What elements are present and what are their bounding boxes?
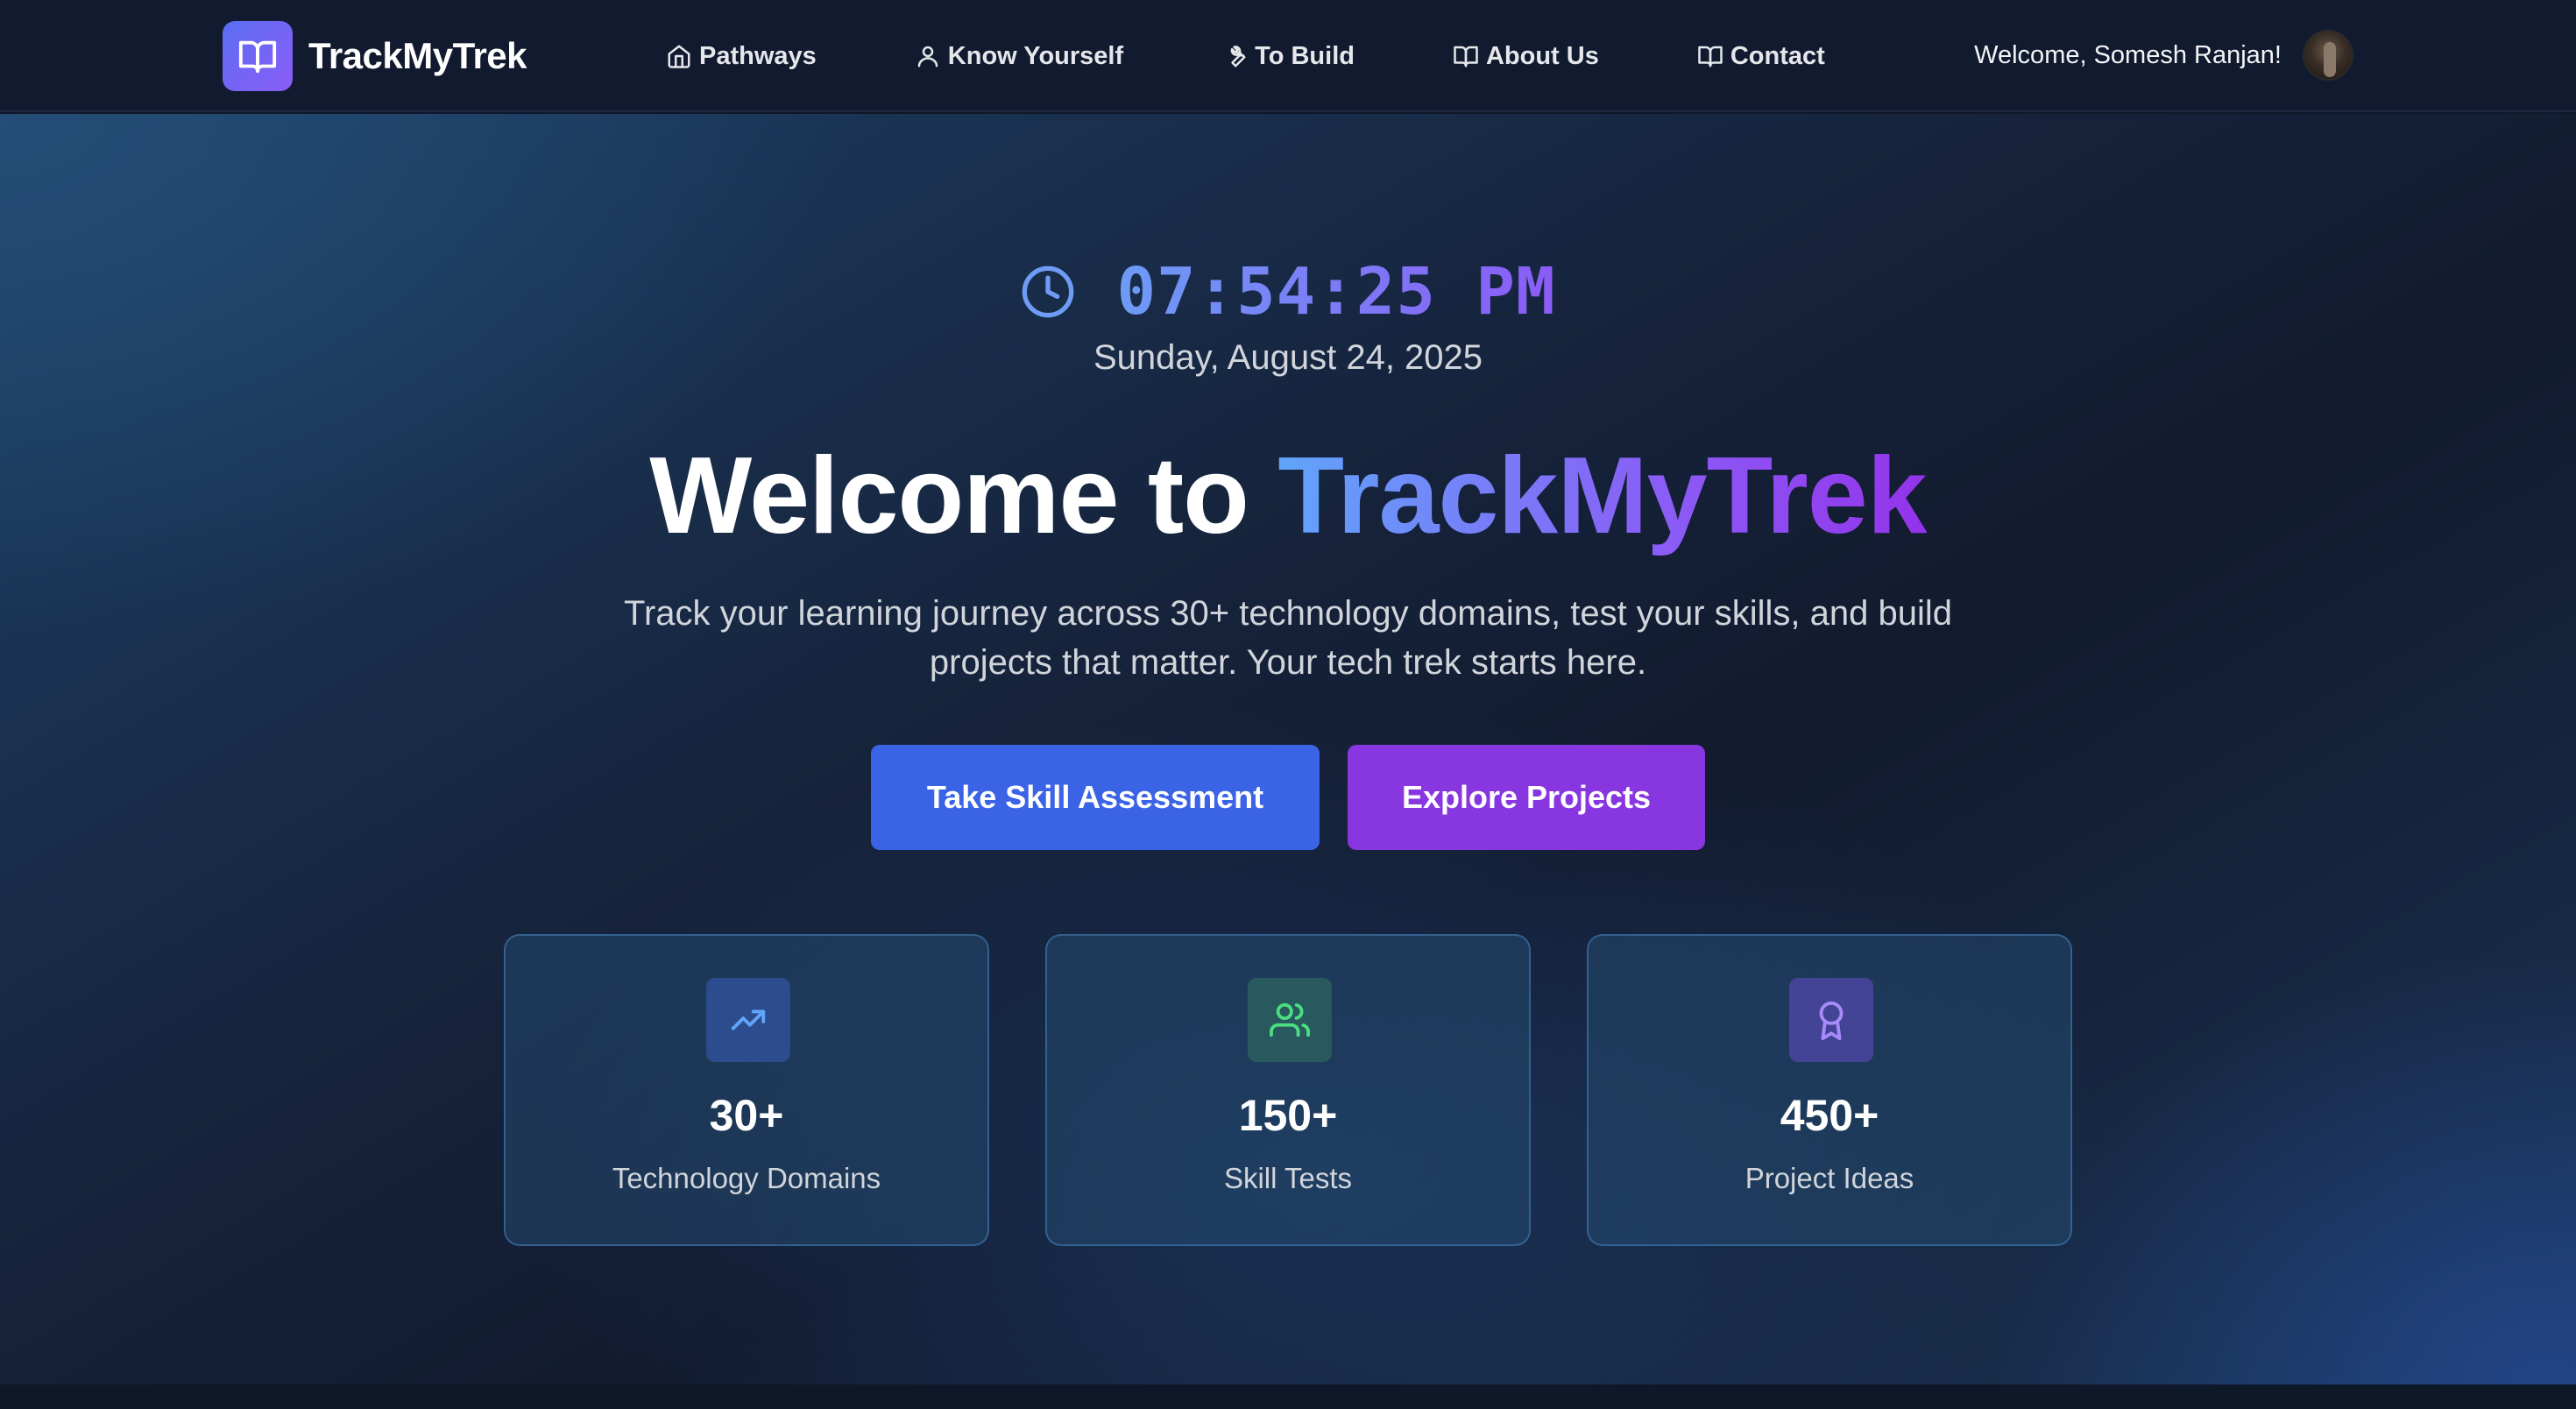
nav-item-pathways[interactable]: Pathways	[666, 42, 817, 71]
page-bottom-strip	[0, 1384, 2576, 1409]
nav-item-contact[interactable]: Contact	[1697, 42, 1825, 71]
book-icon	[1454, 46, 1478, 67]
welcome-message: Welcome, Somesh Ranjan!	[1974, 40, 2282, 69]
nav-item-know-yourself[interactable]: Know Yourself	[915, 42, 1123, 71]
nav-item-label: To Build	[1255, 41, 1355, 70]
cta-buttons: Take Skill Assessment Explore Projects	[0, 745, 2576, 850]
stat-value: 30+	[709, 1091, 784, 1140]
clock-icon	[1023, 266, 1074, 318]
stat-value: 450+	[1780, 1091, 1879, 1140]
nav-item-about-us[interactable]: About Us	[1453, 42, 1599, 71]
user-icon	[917, 46, 938, 67]
stat-card-project-ideas: 450+ Project Ideas	[1587, 934, 2072, 1246]
avatar[interactable]	[2303, 30, 2353, 81]
clock-date: Sunday, August 24, 2025	[1093, 338, 1483, 377]
trending-up-icon	[706, 978, 790, 1062]
stat-value: 150+	[1238, 1091, 1338, 1140]
hero-subtitle: Track your learning journey across 30+ t…	[624, 594, 1952, 682]
brand-logo-link[interactable]: TrackMyTrek	[223, 21, 527, 91]
top-navbar: TrackMyTrek Pathways Know Yourself To Bu…	[0, 0, 2576, 112]
home-icon	[668, 45, 690, 68]
wrench-icon	[1230, 46, 1246, 67]
take-skill-assessment-button[interactable]: Take Skill Assessment	[871, 745, 1320, 850]
stat-card-domains: 30+ Technology Domains	[504, 934, 989, 1246]
award-icon	[1789, 978, 1873, 1062]
stat-card-skill-tests: 150+ Skill Tests	[1045, 934, 1531, 1246]
nav-links: Pathways Know Yourself To Build About Us	[666, 0, 1825, 112]
clock-time: 07:54:25 PM	[1116, 254, 1556, 329]
nav-item-label: About Us	[1485, 41, 1599, 70]
clock-display: 07:54:25 PM	[0, 254, 2576, 329]
users-icon	[1248, 978, 1332, 1062]
hero-title-prefix: Welcome to	[649, 435, 1278, 556]
nav-item-to-build[interactable]: To Build	[1221, 42, 1355, 71]
open-book-icon	[223, 21, 293, 91]
book-icon	[1698, 46, 1723, 67]
nav-item-label: Contact	[1730, 41, 1825, 70]
user-area: Welcome, Somesh Ranjan!	[1974, 30, 2353, 81]
explore-projects-button[interactable]: Explore Projects	[1348, 745, 1705, 850]
brand-name: TrackMyTrek	[308, 35, 527, 76]
stats-row: 30+ Technology Domains 150+ Skill Tests …	[0, 934, 2576, 1246]
nav-item-label: Pathways	[699, 41, 817, 70]
stat-label: Skill Tests	[1223, 1162, 1353, 1194]
nav-item-label: Know Yourself	[947, 41, 1124, 70]
hero-title: Welcome to TrackMyTrek	[0, 431, 2576, 561]
stat-label: Technology Domains	[612, 1162, 881, 1194]
hero-title-accent: TrackMyTrek	[1277, 435, 1927, 556]
stat-label: Project Ideas	[1744, 1162, 1914, 1194]
